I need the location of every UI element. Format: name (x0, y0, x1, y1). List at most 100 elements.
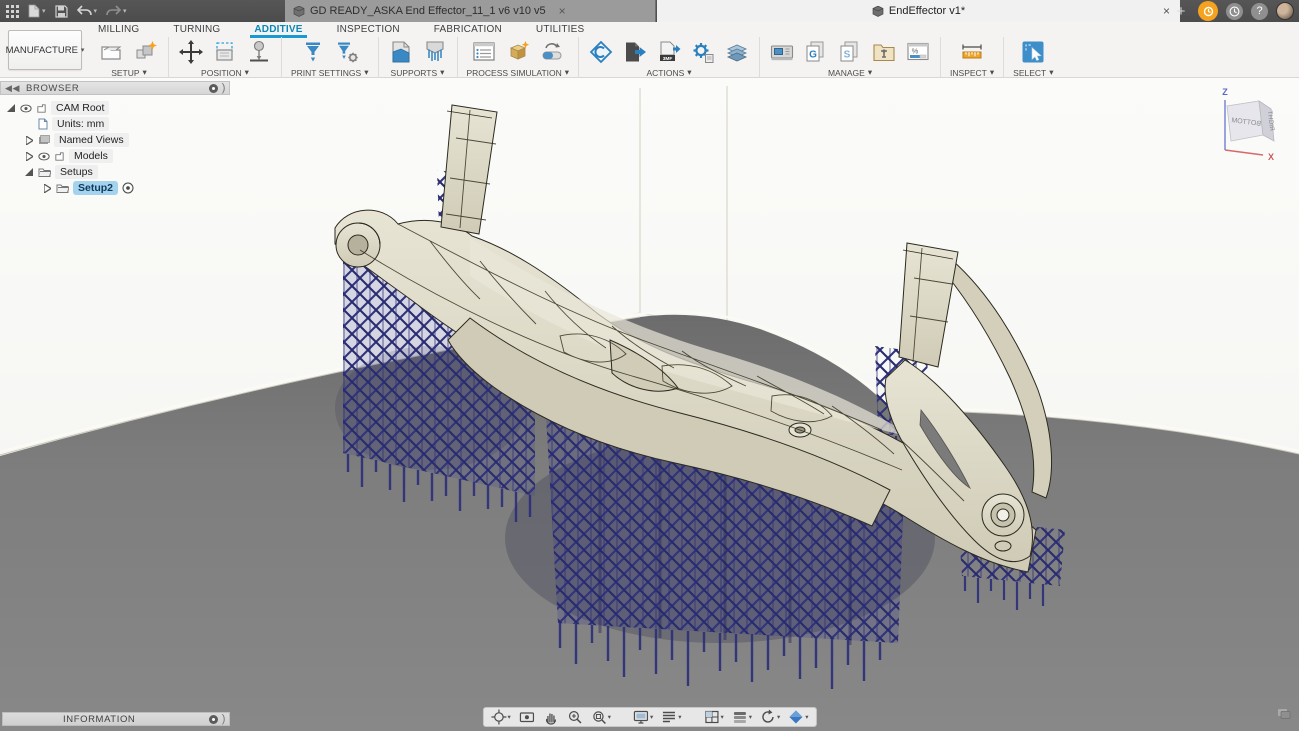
close-icon[interactable]: × (1163, 4, 1170, 18)
tab-inspection[interactable]: INSPECTION (335, 23, 402, 37)
print-settings-manage-icon[interactable] (334, 39, 360, 65)
select-icon[interactable] (1020, 39, 1046, 65)
chevron-down-icon: ▾ (650, 713, 653, 721)
script-editor-icon[interactable]: S (837, 39, 863, 65)
tree-item-units[interactable]: Units: mm (0, 116, 230, 132)
collapsed-arrow-icon[interactable] (24, 152, 34, 161)
collapsed-arrow-icon[interactable] (24, 136, 34, 145)
post-library-icon[interactable] (871, 39, 897, 65)
tab-utilities[interactable]: UTILITIES (534, 23, 586, 37)
arrange-icon[interactable] (212, 39, 238, 65)
setup-component-icon[interactable] (133, 39, 159, 65)
tab-turning[interactable]: TURNING (171, 23, 222, 37)
group-label-supports[interactable]: SUPPORTS▾ (391, 67, 445, 78)
pan-icon[interactable] (543, 709, 559, 725)
task-manager-icon[interactable]: % (905, 39, 931, 65)
generate-icon[interactable] (588, 39, 614, 65)
document-tab-inactive[interactable]: GD READY_ASKA End Effector_11_1 v6 v10 v… (285, 0, 656, 22)
tree-item-label-selected[interactable]: Setup2 (73, 181, 118, 195)
new-setup-icon[interactable] (99, 39, 125, 65)
save-icon[interactable] (55, 5, 68, 18)
information-panel-header[interactable]: INFORMATION ) (2, 712, 230, 726)
machine-settings-icon[interactable] (690, 39, 716, 65)
simulation-model-icon[interactable] (505, 39, 531, 65)
feedback-panel-icon[interactable] (1277, 707, 1291, 725)
volume-support-icon[interactable] (388, 39, 414, 65)
new-tab-button[interactable]: + (1172, 3, 1190, 20)
collapse-panel-icon[interactable]: ◀◀ (5, 83, 20, 94)
group-label-select[interactable]: SELECT▾ (1013, 67, 1053, 78)
close-icon[interactable]: × (559, 4, 566, 18)
notifications-icon[interactable] (1226, 3, 1243, 20)
simulation-settings-icon[interactable] (471, 39, 497, 65)
layers-icon[interactable]: ▾ (732, 709, 752, 725)
undo-icon[interactable]: ▾ (77, 5, 98, 17)
visibility-eye-icon[interactable] (20, 104, 32, 113)
group-process-simulation: PROCESS SIMULATION▾ (458, 37, 580, 78)
document-tab-active[interactable]: EndEffector v1* × (657, 0, 1180, 22)
bar-support-icon[interactable] (422, 39, 448, 65)
toolpath-layers-icon[interactable] (724, 39, 750, 65)
tree-item-label[interactable]: Named Views (54, 133, 129, 147)
grid-and-snaps-icon[interactable]: ▾ (661, 709, 681, 725)
chevron-down-icon: ▾ (123, 7, 127, 15)
move-icon[interactable] (178, 39, 204, 65)
app-grid-icon[interactable] (6, 5, 19, 18)
tab-fabrication[interactable]: FABRICATION (432, 23, 504, 37)
tab-additive[interactable]: ADDITIVE (252, 23, 304, 37)
fit-icon[interactable]: ▾ (591, 709, 611, 725)
avatar[interactable] (1276, 2, 1294, 20)
tree-item-setups[interactable]: Setups (0, 164, 230, 180)
group-label-manage[interactable]: MANAGE▾ (828, 67, 872, 78)
export-3mf-icon[interactable]: 3MF (656, 39, 682, 65)
help-icon[interactable]: ? (1251, 3, 1268, 20)
group-label-setup[interactable]: SETUP▾ (111, 67, 147, 78)
expanded-arrow-icon[interactable] (6, 104, 16, 112)
group-label-process-simulation[interactable]: PROCESS SIMULATION▾ (467, 67, 570, 78)
print-settings-icon[interactable] (300, 39, 326, 65)
zoom-icon[interactable] (567, 709, 583, 725)
display-settings-icon[interactable]: ▾ (633, 709, 653, 725)
flyout-handle-icon[interactable]: ) (222, 713, 226, 725)
information-title: INFORMATION (63, 714, 209, 725)
gcode-editor-icon[interactable]: G (803, 39, 829, 65)
tree-item-label[interactable]: CAM Root (51, 101, 109, 115)
viewcube[interactable]: Z X BOTTOM RIGHT (1201, 84, 1291, 169)
tab-milling[interactable]: MILLING (96, 23, 141, 37)
visual-style-icon[interactable]: ▾ (788, 709, 808, 725)
display-toggle-icon[interactable] (209, 84, 218, 93)
component-icon (36, 103, 47, 114)
group-label-position[interactable]: POSITION▾ (201, 67, 249, 78)
expanded-arrow-icon[interactable] (24, 168, 34, 176)
group-label-inspect[interactable]: INSPECT▾ (950, 67, 994, 78)
measure-icon[interactable] (959, 39, 985, 65)
tree-item-label[interactable]: Models (69, 149, 113, 163)
tree-item-setup2[interactable]: Setup2 (0, 180, 230, 196)
collapsed-arrow-icon[interactable] (42, 184, 52, 193)
tree-item-cam-root[interactable]: CAM Root (0, 100, 230, 116)
orbit-icon[interactable]: ▾ (490, 709, 510, 725)
display-toggle-icon[interactable] (209, 715, 218, 724)
tree-item-models[interactable]: Models (0, 148, 230, 164)
flyout-handle-icon[interactable]: ) (222, 82, 226, 94)
place-on-platform-icon[interactable] (246, 39, 272, 65)
refresh-icon[interactable]: ▾ (760, 709, 780, 725)
group-label-print-settings[interactable]: PRINT SETTINGS▾ (291, 67, 369, 78)
machine-library-icon[interactable] (769, 39, 795, 65)
active-setup-target-icon[interactable] (122, 182, 134, 194)
simulation-compare-icon[interactable] (539, 39, 565, 65)
group-label-actions[interactable]: ACTIONS▾ (647, 67, 692, 78)
file-menu-icon[interactable]: ▾ (28, 4, 46, 18)
browser-header[interactable]: ◀◀ BROWSER ) (0, 81, 230, 95)
redo-icon[interactable]: ▾ (106, 5, 127, 17)
look-at-icon[interactable] (519, 709, 535, 725)
job-status-icon[interactable] (1198, 1, 1218, 21)
component-icon (54, 151, 65, 162)
viewports-icon[interactable]: ▾ (704, 709, 724, 725)
visibility-eye-icon[interactable] (38, 152, 50, 161)
workspace-selector[interactable]: MANUFACTURE ▾ (8, 30, 82, 70)
tree-item-named-views[interactable]: Named Views (0, 132, 230, 148)
export-icon[interactable] (622, 39, 648, 65)
tree-item-label[interactable]: Units: mm (52, 117, 109, 131)
tree-item-label[interactable]: Setups (55, 165, 98, 179)
